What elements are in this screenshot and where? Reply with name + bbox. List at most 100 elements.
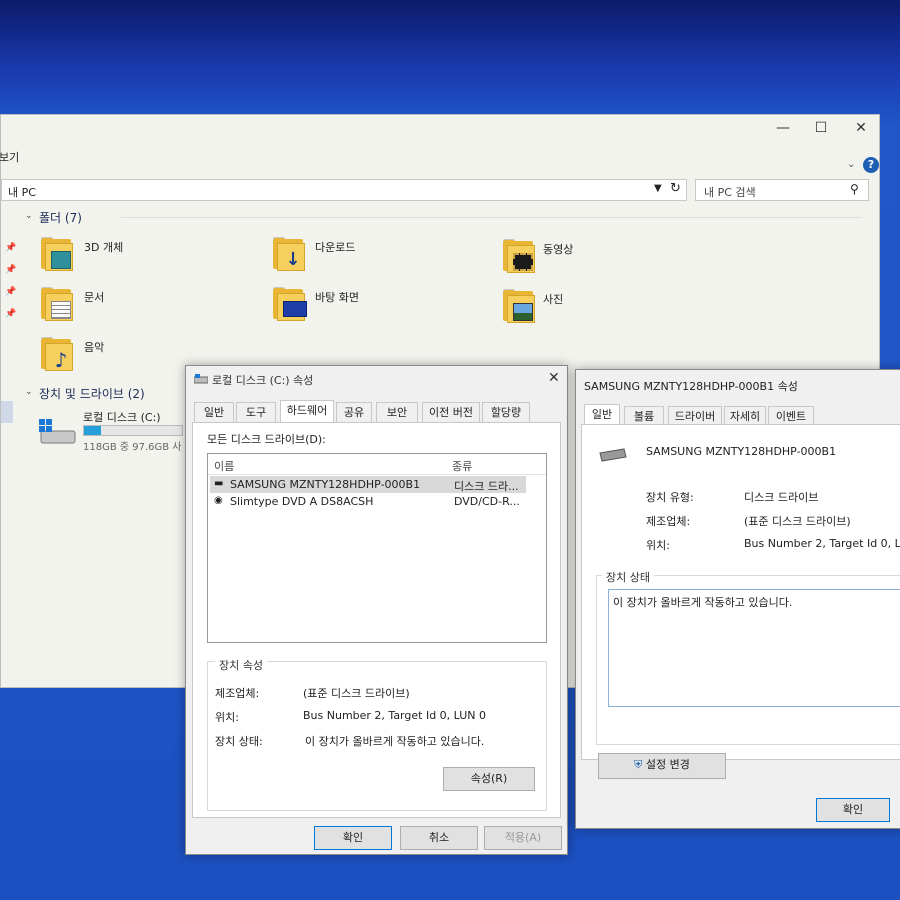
videos-folder-icon xyxy=(503,239,535,273)
downloads-folder-icon: ↓ xyxy=(273,237,305,271)
folder-label: 다운로드 xyxy=(315,241,356,254)
pictures-folder-icon xyxy=(503,289,535,323)
prop-label: 위치: xyxy=(215,711,239,724)
list-row-selected[interactable]: ▬ SAMSUNG MZNTY128HDHP-000B1 디스크 드라... xyxy=(210,476,526,493)
address-bar[interactable]: 내 PC ▼ ↻ xyxy=(1,179,687,201)
close-button[interactable]: ✕ xyxy=(843,115,879,141)
tab-general[interactable]: 일반 xyxy=(194,402,234,422)
minimize-button[interactable]: — xyxy=(765,115,801,141)
nav-pane-selection xyxy=(1,401,13,423)
tab-events[interactable]: 이벤트 xyxy=(768,406,814,426)
pin-icon[interactable]: 📌 xyxy=(5,243,16,253)
column-header-type[interactable]: 종류 xyxy=(452,458,472,474)
device-status-textbox[interactable]: 이 장치가 올바르게 작동하고 있습니다. xyxy=(608,589,900,707)
folder-label: 사진 xyxy=(543,293,564,306)
info-label: 위치: xyxy=(646,539,670,552)
drive-title-icon xyxy=(194,374,208,384)
folder-item-music[interactable]: ♪ 음악 xyxy=(41,337,181,377)
folder-item-desktop[interactable]: 바탕 화면 xyxy=(273,287,413,327)
folder-label: 문서 xyxy=(84,291,105,304)
prop-value: (표준 디스크 드라이브) xyxy=(303,687,410,700)
search-box[interactable]: 내 PC 검색 ⚲ xyxy=(695,179,869,201)
close-button[interactable]: ✕ xyxy=(548,370,560,386)
section-divider xyxy=(121,217,861,218)
tab-security[interactable]: 보안 xyxy=(376,402,418,422)
folder-item-videos[interactable]: 동영상 xyxy=(503,239,643,279)
change-settings-button[interactable]: ⛨ 설정 변경 xyxy=(598,753,726,779)
cancel-button[interactable]: 취소 xyxy=(400,826,478,850)
general-tab-page: SAMSUNG MZNTY128HDHP-000B1 장치 유형: 디스크 드라… xyxy=(581,424,900,779)
prop-label: 장치 상태: xyxy=(215,735,263,748)
address-dropdown-icon[interactable]: ▼ xyxy=(654,183,662,194)
disk-drive-list[interactable]: 이름 종류 ▬ SAMSUNG MZNTY128HDHP-000B1 디스크 드… xyxy=(207,453,547,643)
all-drives-label: 모든 디스크 드라이브(D): xyxy=(207,433,326,446)
folder-item-pictures[interactable]: 사진 xyxy=(503,289,643,329)
tab-volumes[interactable]: 볼륨 xyxy=(624,406,664,426)
tab-strip: 일반 도구 하드웨어 공유 보안 이전 버전 할당량 xyxy=(194,400,554,423)
samsung-drive-properties-dialog: SAMSUNG MZNTY128HDHP-000B1 속성 일반 볼륨 드라이버… xyxy=(575,369,900,829)
tab-hardware[interactable]: 하드웨어 xyxy=(280,400,334,423)
info-value: (표준 디스크 드라이브) xyxy=(744,515,851,528)
collapse-chevron-icon[interactable]: ⌄ xyxy=(25,387,33,397)
column-header-name[interactable]: 이름 xyxy=(214,458,234,474)
ok-button[interactable]: 확인 xyxy=(816,798,890,822)
desktop-folder-icon xyxy=(273,287,307,321)
folder-label: 동영상 xyxy=(543,243,574,256)
hardware-tab-page: 모든 디스크 드라이브(D): 이름 종류 ▬ SAMSUNG MZNTY128… xyxy=(192,422,561,818)
properties-button[interactable]: 속성(R) xyxy=(443,767,535,791)
disk-drive-icon xyxy=(599,448,627,462)
music-folder-icon: ♪ xyxy=(41,337,73,371)
tab-driver[interactable]: 드라이버 xyxy=(668,406,722,426)
apply-button[interactable]: 적용(A) xyxy=(484,826,562,850)
tab-tools[interactable]: 도구 xyxy=(236,402,276,422)
address-text: 내 PC xyxy=(8,186,36,199)
folder-item-3d-objects[interactable]: 3D 개체 xyxy=(41,237,181,277)
list-row[interactable]: ◉ Slimtype DVD A DS8ACSH DVD/CD-R... xyxy=(210,493,526,510)
refresh-icon[interactable]: ↻ xyxy=(670,181,681,196)
dialog-title: SAMSUNG MZNTY128HDHP-000B1 속성 xyxy=(584,380,798,393)
folder-item-documents[interactable]: 문서 xyxy=(41,287,181,327)
row-type: DVD/CD-R... xyxy=(454,495,520,508)
local-disk-properties-dialog: 로컬 디스크 (C:) 속성 ✕ 일반 도구 하드웨어 공유 보안 이전 버전 … xyxy=(185,365,568,855)
row-name: SAMSUNG MZNTY128HDHP-000B1 xyxy=(230,478,421,491)
hard-drive-icon xyxy=(39,419,76,444)
drive-usage-bar xyxy=(83,425,183,436)
pin-icon[interactable]: 📌 xyxy=(5,287,16,297)
folder-label: 바탕 화면 xyxy=(315,291,359,304)
info-value: 디스크 드라이브 xyxy=(744,491,819,504)
search-icon[interactable]: ⚲ xyxy=(850,182,859,196)
device-status-header: 장치 상태 xyxy=(602,569,654,585)
dialog-title: 로컬 디스크 (C:) 속성 xyxy=(212,374,314,387)
folder-item-downloads[interactable]: ↓ 다운로드 xyxy=(273,237,413,277)
info-label: 제조업체: xyxy=(646,515,691,528)
uac-shield-icon: ⛨ xyxy=(634,758,643,771)
help-icon[interactable]: ? xyxy=(863,157,879,173)
drive-usage-fill xyxy=(84,426,101,435)
maximize-button[interactable]: ☐ xyxy=(803,115,839,141)
documents-folder-icon xyxy=(41,287,73,321)
tab-previous-versions[interactable]: 이전 버전 xyxy=(422,402,480,422)
row-type: 디스크 드라... xyxy=(454,480,519,493)
search-placeholder: 내 PC 검색 xyxy=(704,186,756,199)
ribbon-tab-view[interactable]: 보기 xyxy=(0,149,19,165)
info-label: 장치 유형: xyxy=(646,491,694,504)
prop-value: Bus Number 2, Target Id 0, LUN 0 xyxy=(303,709,487,722)
row-name: Slimtype DVD A DS8ACSH xyxy=(230,495,374,508)
info-value: Bus Number 2, Target Id 0, LUN 0 xyxy=(744,537,900,550)
tab-strip: 일반 볼륨 드라이버 자세히 이벤트 xyxy=(584,404,884,427)
drive-label: 로컬 디스크 (C:) xyxy=(83,411,161,424)
3d-objects-folder-icon xyxy=(41,237,73,271)
collapse-chevron-icon[interactable]: ⌄ xyxy=(25,211,33,221)
device-name: SAMSUNG MZNTY128HDHP-000B1 xyxy=(646,445,837,458)
tab-sharing[interactable]: 공유 xyxy=(336,402,372,422)
device-properties-label: 장치 속성 xyxy=(215,657,267,673)
pin-icon[interactable]: 📌 xyxy=(5,265,16,275)
tab-details[interactable]: 자세히 xyxy=(724,406,766,426)
folders-header[interactable]: 폴더 (7) xyxy=(39,209,82,226)
pin-icon[interactable]: 📌 xyxy=(5,309,16,319)
drives-header[interactable]: 장치 및 드라이브 (2) xyxy=(39,385,145,402)
tab-quota[interactable]: 할당량 xyxy=(482,402,530,422)
folder-label: 음악 xyxy=(84,341,105,354)
ok-button[interactable]: 확인 xyxy=(314,826,392,850)
ribbon-expand-icon[interactable]: ⌄ xyxy=(847,159,855,170)
